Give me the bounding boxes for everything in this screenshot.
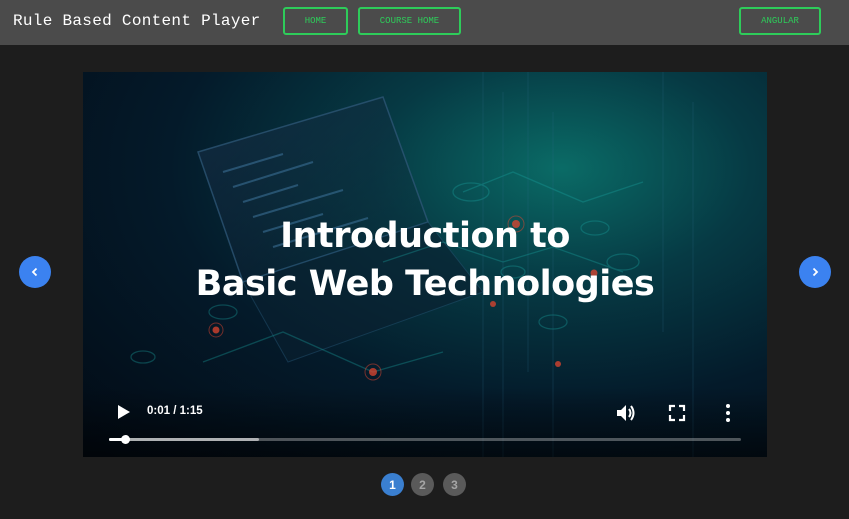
course-home-button[interactable]: COURSE HOME [358,7,461,35]
more-options-icon[interactable] [721,403,735,423]
video-controls-overlay [83,387,767,457]
video-player[interactable]: Introduction to Basic Web Technologies 0… [83,72,767,457]
volume-icon[interactable] [615,402,637,424]
progress-buffered [109,438,259,441]
home-button[interactable]: HOME [283,7,348,35]
time-display: 0:01 / 1:15 [147,405,203,417]
top-navbar: Rule Based Content Player HOME COURSE HO… [0,0,849,45]
angular-button[interactable]: ANGULAR [739,7,821,35]
page-dot-1[interactable]: 1 [381,473,404,496]
next-slide-button[interactable] [799,256,831,288]
chevron-left-icon [31,267,38,277]
chevron-right-icon [812,267,819,277]
page-dot-2[interactable]: 2 [411,473,434,496]
play-icon[interactable] [113,402,133,422]
page-dot-3[interactable]: 3 [443,473,466,496]
fullscreen-icon[interactable] [668,404,686,422]
previous-slide-button[interactable] [19,256,51,288]
progress-thumb[interactable] [120,435,130,444]
app-title: Rule Based Content Player [13,12,261,30]
video-progress-bar[interactable] [109,435,741,444]
video-title: Introduction to Basic Web Technologies [83,212,767,308]
video-title-line-1: Introduction to [280,216,570,256]
video-title-line-2: Basic Web Technologies [195,264,655,304]
